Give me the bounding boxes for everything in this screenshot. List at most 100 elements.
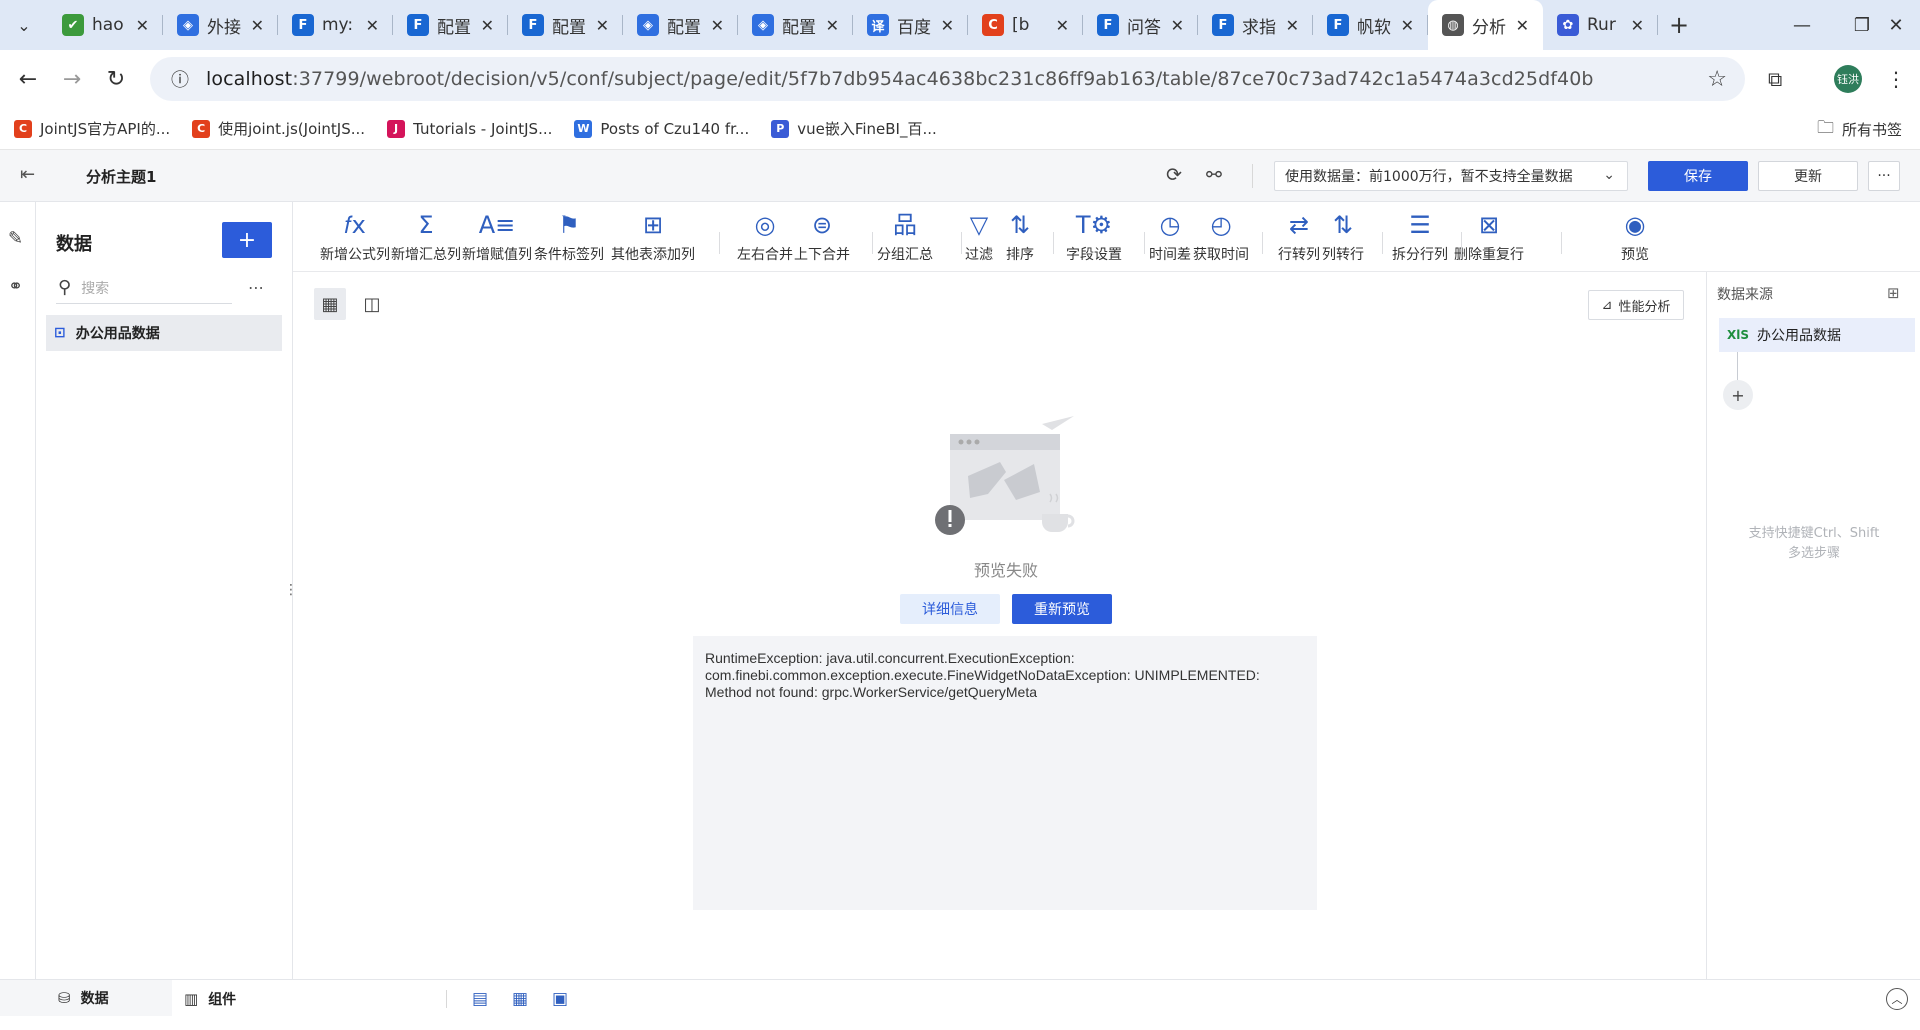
browser-tab[interactable]: ✔ hao ✕ (48, 0, 163, 50)
close-tab-icon[interactable]: ✕ (596, 16, 609, 35)
bookmark-star-icon[interactable]: ☆ (1707, 67, 1727, 92)
browser-tab[interactable]: ◈ 配置 ✕ (738, 0, 853, 50)
browser-tab[interactable]: F 求指 ✕ (1198, 0, 1313, 50)
update-button[interactable]: 更新 (1758, 161, 1858, 191)
site-info-icon[interactable]: ⓘ (160, 66, 200, 92)
close-window-icon[interactable]: ✕ (1872, 0, 1920, 50)
tool-16[interactable]: ☰ 拆分行列 (1392, 210, 1448, 264)
browser-tab[interactable]: F 问答 ✕ (1083, 0, 1198, 50)
browser-tab[interactable]: F 配置 ✕ (393, 0, 508, 50)
search-input[interactable]: ⚲ 搜索 (56, 272, 232, 304)
close-tab-icon[interactable]: ✕ (1631, 16, 1644, 35)
browser-tab[interactable]: F 配置 ✕ (508, 0, 623, 50)
tab-search-icon[interactable]: ⌄ (0, 0, 48, 50)
data-list-item[interactable]: ⊡ 办公用品数据 (46, 315, 282, 351)
close-tab-icon[interactable]: ✕ (1516, 16, 1529, 35)
close-tab-icon[interactable]: ✕ (1401, 16, 1414, 35)
browser-menu-icon[interactable]: ⋮ (1886, 50, 1906, 108)
address-bar[interactable]: ⓘ localhost:37799/webroot/decision/v5/co… (150, 57, 1745, 101)
add-component-icon[interactable]: ▤ (472, 989, 488, 1009)
profile-avatar[interactable]: 钰洪 (1834, 50, 1862, 108)
close-tab-icon[interactable]: ✕ (941, 16, 954, 35)
tool-14[interactable]: ⇄ 行转列 (1278, 210, 1320, 264)
tool-12[interactable]: ◷ 时间差 (1149, 210, 1191, 264)
data-source-step[interactable]: XlS 办公用品数据 (1719, 318, 1915, 352)
add-dashboard-icon[interactable]: ▦ (512, 989, 528, 1009)
grid-view-icon[interactable]: ▦ (314, 288, 346, 320)
tool-1[interactable]: 𝑓x 新增公式列 (320, 210, 390, 264)
chevron-up-icon[interactable]: ︿ (1886, 988, 1908, 1010)
bookmark-item[interactable]: W Posts of Czu140 fr... (574, 119, 749, 138)
add-step-button[interactable]: + (1723, 380, 1753, 410)
close-tab-icon[interactable]: ✕ (136, 16, 149, 35)
close-tab-icon[interactable]: ✕ (481, 16, 494, 35)
refresh-icon[interactable]: ⟳ (1166, 164, 1182, 186)
close-tab-icon[interactable]: ✕ (711, 16, 724, 35)
back-icon[interactable]: ← (6, 57, 50, 101)
more-button[interactable]: ··· (1868, 161, 1900, 191)
resize-handle[interactable]: ⋮ (284, 582, 298, 598)
tool-10[interactable]: ⇅ 排序 (1006, 210, 1034, 264)
tool-15[interactable]: ⇅ 列转行 (1322, 210, 1364, 264)
tool-7[interactable]: ⊜ 上下合并 (794, 210, 850, 264)
close-tab-icon[interactable]: ✕ (251, 16, 264, 35)
browser-tab[interactable]: ✿ Rur ✕ (1543, 0, 1658, 50)
url-text[interactable]: localhost:37799/webroot/decision/v5/conf… (206, 68, 1594, 90)
tool-4[interactable]: ⚑ 条件标签列 (534, 210, 604, 264)
close-tab-icon[interactable]: ✕ (366, 16, 379, 35)
tool-8[interactable]: 品分组汇总 (877, 210, 933, 264)
browser-tab[interactable]: 译百度 ✕ (853, 0, 968, 50)
close-tab-icon[interactable]: ✕ (826, 16, 839, 35)
add-data-button[interactable]: + (222, 222, 272, 258)
data-limit-select[interactable]: 使用数据量：前1000万行，暂不支持全量数据 ⌄ (1274, 161, 1628, 191)
save-button[interactable]: 保存 (1648, 161, 1748, 191)
tool-icon: ⊞ (642, 211, 664, 239)
bookmark-item[interactable]: Pvue嵌入FineBI_百... (771, 118, 937, 139)
tool-11[interactable]: T⚙ 字段设置 (1066, 210, 1122, 264)
extensions-icon[interactable]: ⧉ (1768, 50, 1782, 108)
xls-icon: XlS (1727, 328, 1750, 342)
close-tab-icon[interactable]: ✕ (1171, 16, 1184, 35)
collapse-panel-icon[interactable]: ⊞ (1887, 284, 1900, 302)
fine-favicon-icon: F (522, 14, 544, 36)
new-tab-button[interactable]: + (1658, 0, 1700, 50)
tab-component[interactable]: ▥ 组件 (184, 980, 236, 1018)
minimize-icon[interactable]: — (1772, 0, 1832, 50)
tool-label: 分组汇总 (877, 247, 933, 263)
tool-9[interactable]: ▽ 过滤 (965, 210, 993, 264)
all-bookmarks[interactable]: 🗀 所有书签 (1817, 108, 1902, 150)
tool-17[interactable]: ⊠ 删除重复行 (1454, 210, 1524, 264)
relation-icon[interactable]: ⚭ (8, 276, 23, 297)
bookmark-item[interactable]: J Tutorials - JointJS... (387, 119, 552, 138)
close-tab-icon[interactable]: ✕ (1286, 16, 1299, 35)
tab-data[interactable]: ⛁ 数据 (0, 980, 172, 1018)
step-settings-icon[interactable]: ⚯ (1206, 164, 1222, 186)
browser-tab[interactable]: Fmy: ✕ (278, 0, 393, 50)
browser-tab[interactable]: ◈ 外接 ✕ (163, 0, 278, 50)
tool-2[interactable]: Σ 新增汇总列 (391, 210, 461, 264)
exit-icon[interactable]: ⇤ (20, 164, 35, 185)
detail-info-button[interactable]: 详细信息 (900, 594, 1000, 624)
browser-tab[interactable]: F 帆软 ✕ (1313, 0, 1428, 50)
browser-tab[interactable]: ◈ 配置 ✕ (623, 0, 738, 50)
close-tab-icon[interactable]: ✕ (1056, 16, 1069, 35)
browser-tab[interactable]: C [b ✕ (968, 0, 1083, 50)
tool-icon: ⊠ (1478, 211, 1500, 239)
tool-3[interactable]: A≡ 新增赋值列 (462, 210, 532, 264)
forward-icon[interactable]: → (50, 57, 94, 101)
perf-analysis-button[interactable]: ⊿ 性能分析 (1588, 290, 1684, 320)
browser-tab[interactable]: ◍ 分析 ✕ (1428, 0, 1543, 50)
add-story-icon[interactable]: ▣ (552, 989, 568, 1009)
tool-13[interactable]: ◴ 获取时间 (1193, 210, 1249, 264)
data-edit-icon[interactable]: ✎ (8, 228, 23, 249)
tool-5[interactable]: ⊞ 其他表添加列 (611, 210, 695, 264)
bookmark-item[interactable]: C 使用joint.js(JointJS... (192, 118, 365, 139)
tool-18[interactable]: ◉ 预览 (1621, 210, 1649, 264)
more-options-icon[interactable]: ⋯ (248, 278, 264, 297)
tool-6[interactable]: ◎ 左右合并 (737, 210, 793, 264)
layout-view-icon[interactable]: ◫ (356, 288, 388, 320)
retry-preview-button[interactable]: 重新预览 (1012, 594, 1112, 624)
reload-icon[interactable]: ↻ (94, 57, 138, 101)
fine-favicon-icon: F (292, 14, 314, 36)
bookmark-item[interactable]: C JointJS官方API的... (14, 118, 170, 139)
